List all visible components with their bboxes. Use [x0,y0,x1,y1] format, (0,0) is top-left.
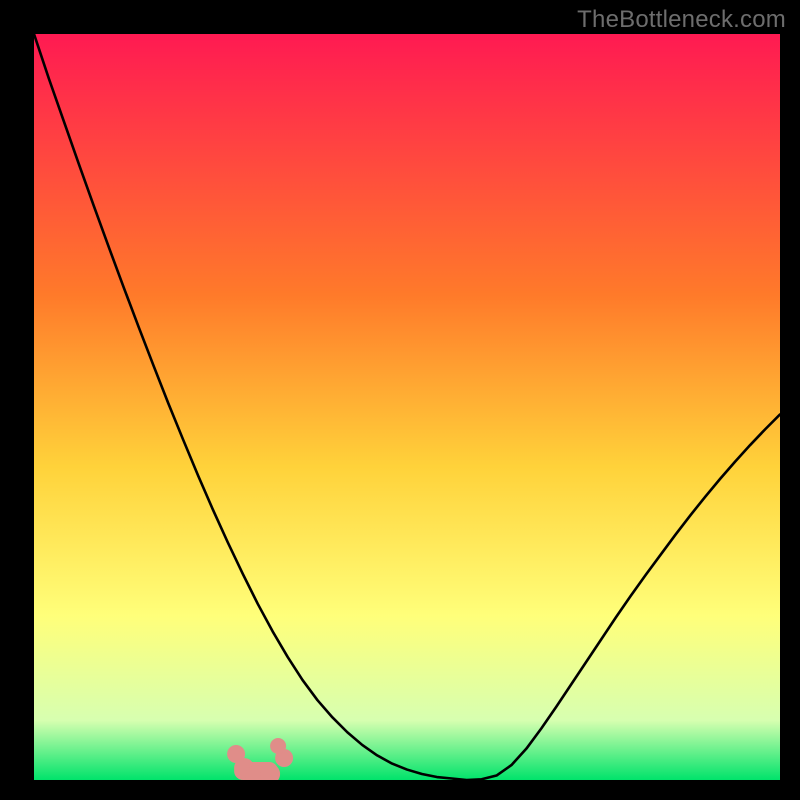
bottleneck-chart [34,34,780,780]
gradient-background [34,34,780,780]
chart-frame: TheBottleneck.com [0,0,800,800]
plot-area [34,34,780,780]
watermark-text: TheBottleneck.com [577,6,786,34]
marker-dot [270,738,286,754]
